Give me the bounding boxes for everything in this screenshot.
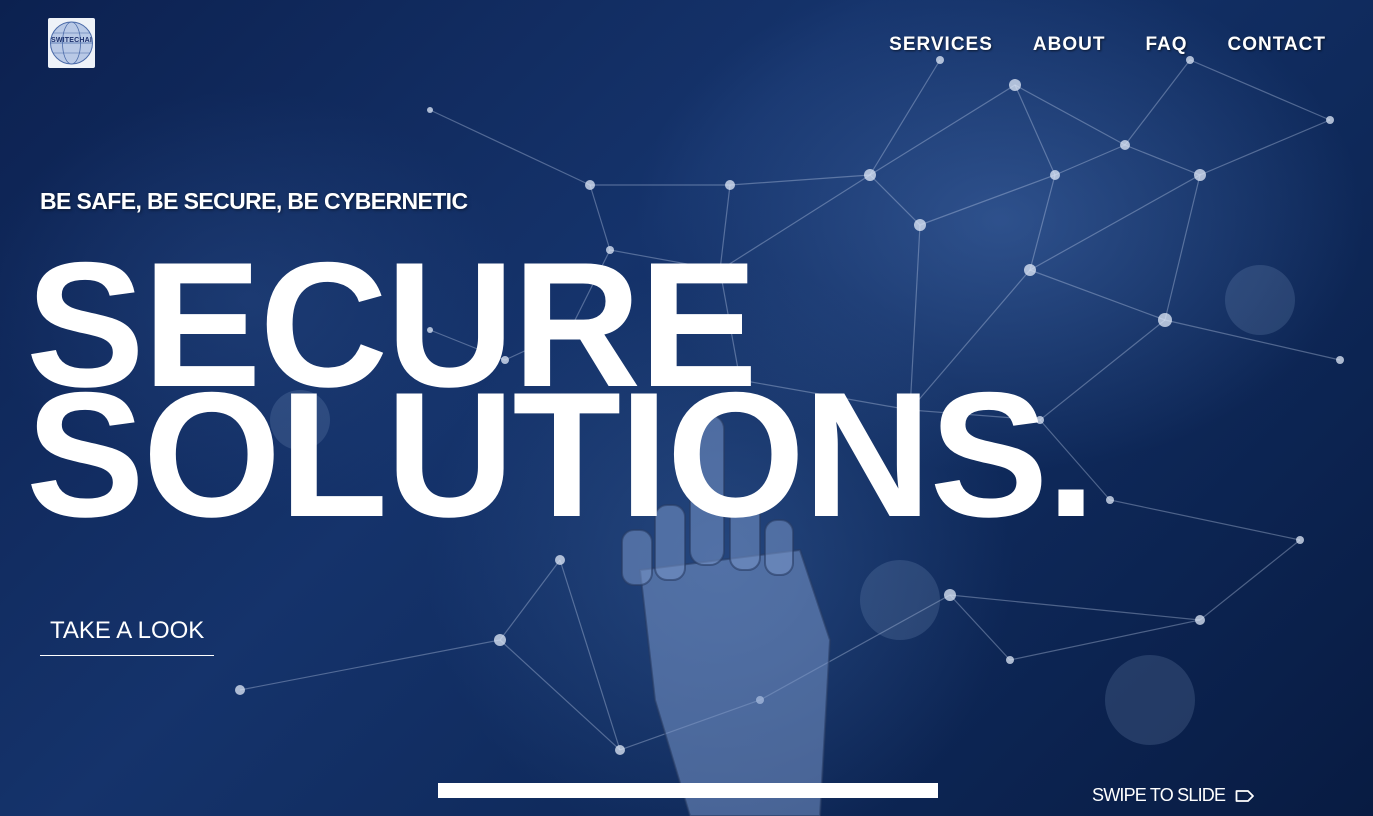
hero-title-line-2: SOLUTIONS. [26, 355, 1096, 554]
slide-progress-fill [438, 783, 938, 798]
nav-faq[interactable]: FAQ [1145, 34, 1187, 56]
logo-text: SWITECHAI [50, 37, 93, 44]
swipe-label: SWIPE TO SLIDE [1092, 785, 1226, 805]
brand-logo[interactable]: SWITECHAI [48, 18, 95, 68]
nav-services[interactable]: SERVICES [889, 34, 993, 56]
swipe-to-slide-control[interactable]: SWIPE TO SLIDE [1092, 785, 1255, 806]
hero-tagline: BE SAFE, BE SECURE, BE CYBERNETIC [40, 188, 468, 214]
arrow-tag-right-icon [1235, 789, 1255, 802]
nav-contact[interactable]: CONTACT [1228, 34, 1326, 56]
slide-progress-bar [438, 783, 938, 798]
main-nav: SERVICES ABOUT FAQ CONTACT [889, 34, 1326, 56]
take-a-look-button[interactable]: TAKE A LOOK [40, 617, 215, 656]
nav-about[interactable]: ABOUT [1033, 34, 1106, 56]
